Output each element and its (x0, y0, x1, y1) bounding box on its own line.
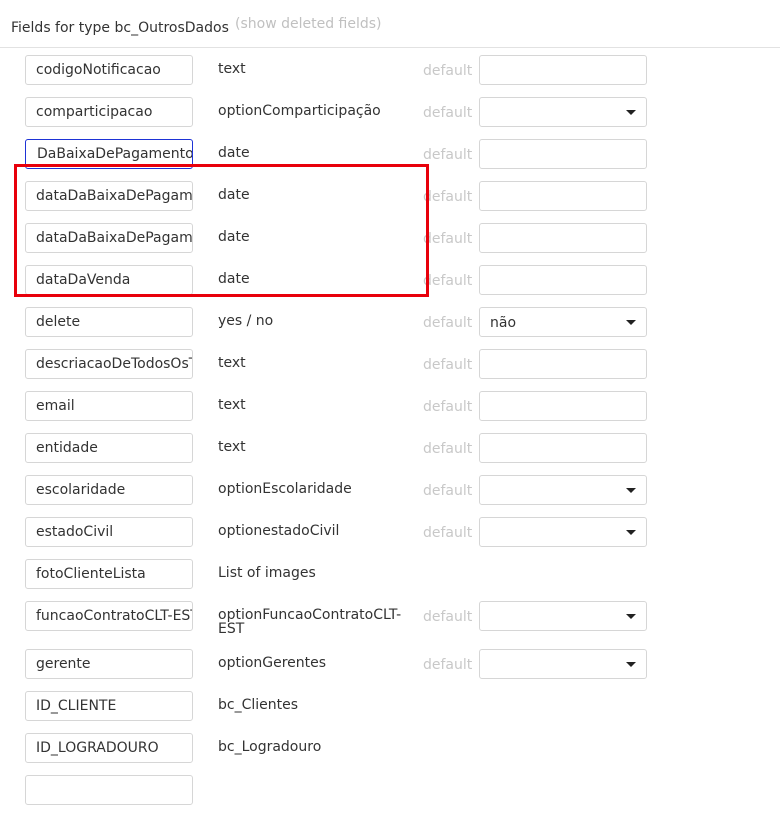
field-name-input[interactable]: escolaridade (25, 475, 193, 505)
field-type-label: text (218, 439, 246, 455)
field-type-label: optionComparticipação (218, 103, 381, 119)
field-row: codigoNotificacao text default (0, 49, 780, 91)
default-label: default (423, 273, 473, 289)
field-type-label: date (218, 271, 250, 287)
field-type-label: List of images (218, 565, 316, 581)
default-label: default (423, 63, 473, 79)
field-name-input[interactable]: DaBaixaDePagamento1 (25, 139, 193, 169)
field-type-label: optionestadoCivil (218, 523, 340, 539)
default-label: default (423, 231, 473, 247)
field-type-label: date (218, 187, 250, 203)
default-value-dropdown[interactable] (479, 517, 647, 547)
field-row: DaBaixaDePagamento1 date default (0, 133, 780, 175)
fields-list[interactable]: apelidostextdefaultcodigoNotificacaotext… (0, 48, 780, 817)
field-type-label: text (218, 397, 246, 413)
field-type-label: text (218, 61, 246, 77)
default-value-input[interactable] (479, 433, 647, 463)
field-name-input[interactable]: estadoCivil (25, 517, 193, 547)
default-label: default (423, 657, 473, 673)
field-name-input[interactable]: funcaoContratoCLT-EST (25, 601, 193, 631)
field-name-input[interactable]: dataDaBaixaDePagame (25, 181, 193, 211)
default-label: default (423, 105, 473, 121)
field-name-input[interactable]: ID_LOGRADOURO (25, 733, 193, 763)
field-type-label: text (218, 355, 246, 371)
field-row: email text default (0, 385, 780, 427)
default-label: default (423, 147, 473, 163)
default-label: default (423, 525, 473, 541)
page-title: Fields for type bc_OutrosDados (11, 20, 229, 36)
field-name-input[interactable]: email (25, 391, 193, 421)
field-row: comparticipacao optionComparticipação defa… (0, 91, 780, 133)
dropdown-value: não (490, 315, 517, 331)
caret-down-icon (626, 530, 636, 535)
default-value-input[interactable] (479, 265, 647, 295)
field-name-input[interactable]: entidade (25, 433, 193, 463)
field-row: delete yes / no default não (0, 301, 780, 343)
field-row: estadoCivil optionestadoCivil default (0, 511, 780, 553)
default-label: default (423, 315, 473, 331)
default-value-input[interactable] (479, 181, 647, 211)
default-label: default (423, 399, 473, 415)
field-name-input[interactable]: dataDaBaixaDePagame (25, 223, 193, 253)
field-row: dataDaBaixaDePagame date default (0, 217, 780, 259)
field-row: funcaoContratoCLT-EST optionFuncaoContrat… (0, 595, 780, 643)
field-name-input[interactable]: gerente (25, 649, 193, 679)
default-label: default (423, 609, 473, 625)
caret-down-icon (626, 662, 636, 667)
field-row: ID_CLIENTE bc_Clientes (0, 685, 780, 727)
field-name-input[interactable]: ID_CLIENTE (25, 691, 193, 721)
default-label: default (423, 441, 473, 457)
caret-down-icon (626, 320, 636, 325)
field-type-label: yes / no (218, 313, 274, 329)
field-row: dataDaBaixaDePagame date default (0, 175, 780, 217)
field-row: descriacaoDeTodosOsT text default (0, 343, 780, 385)
default-value-dropdown[interactable] (479, 601, 647, 631)
default-label: default (423, 189, 473, 205)
default-value-input[interactable] (479, 223, 647, 253)
field-row (0, 769, 780, 811)
field-type-label: bc_Clientes (218, 697, 299, 713)
default-value-dropdown[interactable] (479, 475, 647, 505)
default-value-input[interactable] (479, 55, 647, 85)
fields-header: Fields for type bc_OutrosDados (show del… (0, 0, 780, 48)
field-row: gerente optionGerentes default (0, 643, 780, 685)
default-value-input[interactable] (479, 349, 647, 379)
field-row: fotoClienteLista List of images (0, 553, 780, 595)
default-value-input[interactable] (479, 391, 647, 421)
field-type-label: date (218, 145, 250, 161)
field-name-input[interactable]: codigoNotificacao (25, 55, 193, 85)
field-type-label: bc_Logradouro (218, 739, 322, 755)
field-row: escolaridade optionEscolaridade default (0, 469, 780, 511)
caret-down-icon (626, 488, 636, 493)
field-name-input[interactable]: dataDaVenda (25, 265, 193, 295)
default-value-dropdown[interactable]: não (479, 307, 647, 337)
show-deleted-fields-link[interactable]: (show deleted fields) (235, 16, 382, 32)
field-type-label: optionEscolaridade (218, 481, 352, 497)
default-value-input[interactable] (479, 139, 647, 169)
field-type-label: optionFuncaoContratoCLT-EST (218, 607, 402, 637)
fields-rows: apelidostextdefaultcodigoNotificacaotext… (0, 48, 780, 811)
field-type-label: date (218, 229, 250, 245)
field-name-input[interactable]: descriacaoDeTodosOsT (25, 349, 193, 379)
default-value-dropdown[interactable] (479, 649, 647, 679)
field-name-input[interactable]: comparticipacao (25, 97, 193, 127)
field-row: dataDaVenda date default (0, 259, 780, 301)
field-name-input[interactable]: fotoClienteLista (25, 559, 193, 589)
caret-down-icon (626, 110, 636, 115)
field-name-input[interactable] (25, 775, 193, 805)
caret-down-icon (626, 614, 636, 619)
field-row: entidade text default (0, 427, 780, 469)
default-label: default (423, 357, 473, 373)
default-value-dropdown[interactable] (479, 97, 647, 127)
field-name-input[interactable]: delete (25, 307, 193, 337)
field-row: ID_LOGRADOURO bc_Logradouro (0, 727, 780, 769)
default-label: default (423, 483, 473, 499)
field-type-label: optionGerentes (218, 655, 327, 671)
